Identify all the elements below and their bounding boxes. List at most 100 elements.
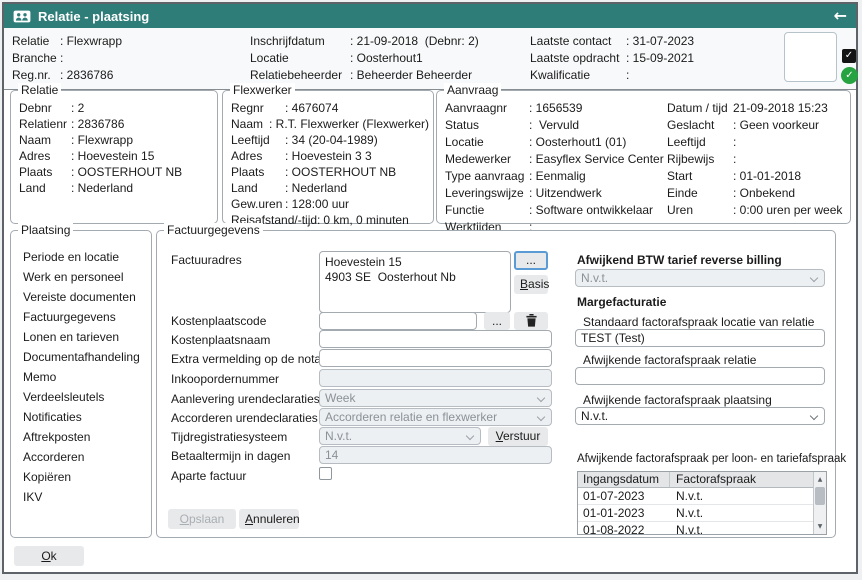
standaard-factorafspraak-label: Standaard factorafspraak locatie van rel… [583, 315, 814, 329]
sidebar-item-notificaties[interactable]: Notificaties [11, 407, 151, 427]
info-value: : 1656539 [529, 100, 582, 117]
sidebar-item-lonen-en-tarieven[interactable]: Lonen en tarieven [11, 327, 151, 347]
sidebar-item-documentafhandeling[interactable]: Documentafhandeling [11, 347, 151, 367]
table-row[interactable]: 01-07-2023 N.v.t. [578, 488, 826, 505]
info-row: Type aanvraag: Eenmalig [445, 168, 664, 185]
info-row: Status: Vervuld [445, 117, 664, 134]
btw-select: N.v.t. [575, 269, 825, 287]
kostenplaatscode-browse-button[interactable]: ... [484, 312, 510, 330]
info-label: Type aanvraag [445, 168, 529, 185]
info-label: Land [19, 180, 71, 196]
info-label: Status [445, 117, 529, 134]
black-checkbox[interactable]: ✓ [842, 49, 856, 63]
table-scrollbar[interactable]: ▲ ▼ [813, 472, 826, 534]
factuuradres-textarea[interactable]: Hoevestein 15 4903 SE Oosterhout Nb [319, 251, 511, 313]
info-row: Land: Nederland [231, 180, 429, 196]
aanlevering-label: Aanlevering urendeclaraties [171, 392, 320, 406]
contact-card-icon [13, 10, 31, 23]
check-icon: ✓ [845, 50, 853, 61]
header-col-laatste: Laatste contact: 31-07-2023 Laatste opdr… [530, 33, 694, 84]
sidebar-item-verdeelsleutels[interactable]: Verdeelsleutels [11, 387, 151, 407]
table-cell: N.v.t. [670, 488, 813, 504]
aparte-factuur-checkbox[interactable] [319, 467, 332, 480]
table-row[interactable]: 01-08-2022 N.v.t. [578, 522, 826, 535]
scrollbar-thumb[interactable] [815, 487, 825, 505]
info-value: 0 km, 0 minuten [323, 212, 408, 228]
table-cell: N.v.t. [670, 505, 813, 521]
sidebar-item-werk-en-personeel[interactable]: Werk en personeel [11, 267, 151, 287]
opslaan-button: Opslaan [168, 509, 236, 529]
info-value: : Eenmalig [529, 168, 586, 185]
info-row: Leeftijd: 34 (20-04-1989) [231, 132, 429, 148]
info-row: Land: Nederland [19, 180, 213, 196]
scrollbar-up-icon[interactable]: ▲ [814, 473, 826, 486]
extra-vermelding-input[interactable] [319, 349, 552, 367]
info-label: Gew.uren [231, 196, 285, 212]
info-value: : Onbekend [733, 185, 795, 202]
verstuur-button[interactable]: Verstuur [488, 427, 548, 446]
info-label: Plaats [19, 164, 71, 180]
info-value: : R.T. Flexwerker (Flexwerker) [269, 116, 429, 132]
sidebar-item-kopieren[interactable]: Kopiëren [11, 467, 151, 487]
ok-button[interactable]: Ok [14, 546, 84, 566]
table-row[interactable]: 01-01-2023 N.v.t. [578, 505, 826, 522]
info-label: Relatie [12, 33, 60, 50]
standaard-factorafspraak-input[interactable]: TEST (Test) [575, 329, 825, 347]
scrollbar-down-icon[interactable]: ▼ [814, 520, 826, 533]
table-header-ingangsdatum: Ingangsdatum [578, 472, 670, 487]
info-label: Leeftijd [667, 134, 733, 151]
info-label: Branche [12, 50, 60, 67]
factuuradres-browse-button[interactable]: ... [514, 251, 548, 270]
info-label: Uren [667, 202, 733, 219]
table-cell: 01-01-2023 [578, 505, 670, 521]
info-label: Leveringswijze [445, 185, 529, 202]
info-value: : Beheerder Beheerder [350, 67, 472, 84]
info-row: Inschrijfdatum: 21-09-2018 (Debnr: 2) [250, 33, 479, 50]
sidebar-item-accorderen[interactable]: Accorderen [11, 447, 151, 467]
table-cell: N.v.t. [670, 522, 813, 535]
info-value: : Nederland [71, 180, 133, 196]
info-row: Locatie: Oosterhout1 (01) [445, 134, 664, 151]
basis-button[interactable]: Basis [514, 275, 548, 294]
kostenplaatscode-delete-button[interactable] [514, 312, 548, 330]
afwijkende-plaatsing-select[interactable]: N.v.t. [575, 407, 825, 425]
margefacturatie-heading: Margefacturatie [577, 295, 666, 309]
info-value: : Nederland [285, 180, 347, 196]
inkoopordernummer-input [319, 369, 552, 387]
sidebar-item-ikv[interactable]: IKV [11, 487, 151, 507]
info-label: Medewerker [445, 151, 529, 168]
sidebar-item-aftrekposten[interactable]: Aftrekposten [11, 427, 151, 447]
info-label: Start [667, 168, 733, 185]
kostenplaatscode-input[interactable] [319, 312, 477, 330]
info-value: : 128:00 uur [285, 196, 349, 212]
table-header-row: Ingangsdatum Factorafspraak [578, 472, 826, 488]
info-row: Regnr: 4676074 [231, 100, 429, 116]
select-value: Accorderen relatie en flexwerker [325, 410, 497, 424]
sidebar-item-vereiste-documenten[interactable]: Vereiste documenten [11, 287, 151, 307]
info-row: Naam: R.T. Flexwerker (Flexwerker) [231, 116, 429, 132]
photo-placeholder[interactable] [784, 32, 837, 82]
sidebar-item-memo[interactable]: Memo [11, 367, 151, 387]
sidebar-item-factuurgegevens[interactable]: Factuurgegevens [11, 307, 151, 327]
kostenplaatsnaam-input[interactable] [319, 330, 552, 348]
info-value: : [733, 151, 736, 168]
afwijkende-relatie-input[interactable] [575, 367, 825, 385]
betaaltermijn-label: Betaaltermijn in dagen [171, 449, 290, 463]
check-icon: ✓ [845, 70, 853, 81]
info-row: Locatie: Oosterhout1 [250, 50, 479, 67]
table-header-factorafspraak: Factorafspraak [670, 472, 813, 487]
info-row: Medewerker: Easyflex Service Center [445, 151, 664, 168]
info-row: Uren: 0:00 uren per week [667, 202, 842, 219]
info-row: Functie: Software ontwikkelaar [445, 202, 664, 219]
panel-legend: Plaatsing [18, 223, 73, 238]
back-icon[interactable]: ← [834, 5, 847, 27]
info-label: Regnr [231, 100, 285, 116]
aanvraag-panel: Aanvraag Aanvraagnr: 1656539 Status: Ver… [436, 90, 851, 224]
sidebar-item-periode-en-locatie[interactable]: Periode en locatie [11, 247, 151, 267]
info-row: Reg.nr.: 2836786 [12, 67, 122, 84]
info-label: Relatienr [19, 116, 71, 132]
factuurgegevens-panel: Factuurgegevens Factuuradres Kostenplaat… [156, 230, 836, 538]
info-row: Relatienr: 2836786 [19, 116, 213, 132]
annuleren-button[interactable]: Annuleren [239, 509, 299, 529]
info-value: : Oosterhout1 [350, 50, 423, 67]
